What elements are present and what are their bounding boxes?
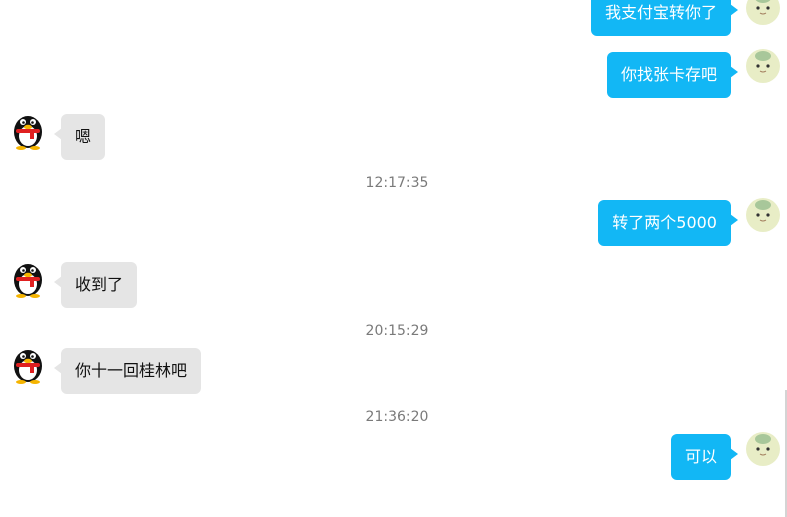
message-row-incoming: 你十一回桂林吧 bbox=[0, 348, 787, 394]
message-bubble-outgoing[interactable]: 可以 bbox=[670, 434, 739, 480]
user-avatar-icon[interactable] bbox=[745, 48, 781, 84]
message-bubble-outgoing[interactable]: 我支付宝转你了 bbox=[590, 0, 739, 36]
message-bubble-incoming[interactable]: 收到了 bbox=[53, 262, 138, 308]
message-row-outgoing: 可以 bbox=[0, 431, 787, 480]
message-bubble-incoming[interactable]: 嗯 bbox=[53, 114, 106, 160]
message-timestamp: 20:15:29 bbox=[365, 323, 429, 339]
message-row-incoming: 收到了 bbox=[0, 262, 787, 308]
message-row-outgoing: 你找张卡存吧 bbox=[0, 49, 787, 98]
message-timestamp: 12:17:35 bbox=[365, 175, 429, 191]
message-bubble-incoming[interactable]: 你十一回桂林吧 bbox=[53, 348, 202, 394]
user-avatar-icon[interactable] bbox=[745, 431, 781, 467]
message-row-outgoing: 我支付宝转你了 bbox=[0, 0, 787, 36]
user-avatar-icon[interactable] bbox=[745, 197, 781, 233]
user-avatar-icon[interactable] bbox=[745, 0, 781, 26]
message-row-outgoing: 转了两个5000 bbox=[0, 197, 787, 246]
message-bubble-outgoing[interactable]: 你找张卡存吧 bbox=[606, 52, 739, 98]
message-timestamp: 21:36:20 bbox=[365, 409, 429, 425]
chat-message-area[interactable]: 我支付宝转你了 你找张卡存吧 嗯 12:17:35 转了两个5000 收到了 2… bbox=[0, 0, 787, 517]
message-bubble-outgoing[interactable]: 转了两个5000 bbox=[598, 200, 738, 246]
qq-penguin-avatar-icon[interactable] bbox=[10, 258, 46, 298]
qq-penguin-avatar-icon[interactable] bbox=[10, 344, 46, 384]
qq-penguin-avatar-icon[interactable] bbox=[10, 110, 46, 150]
message-row-incoming: 嗯 bbox=[0, 114, 787, 160]
